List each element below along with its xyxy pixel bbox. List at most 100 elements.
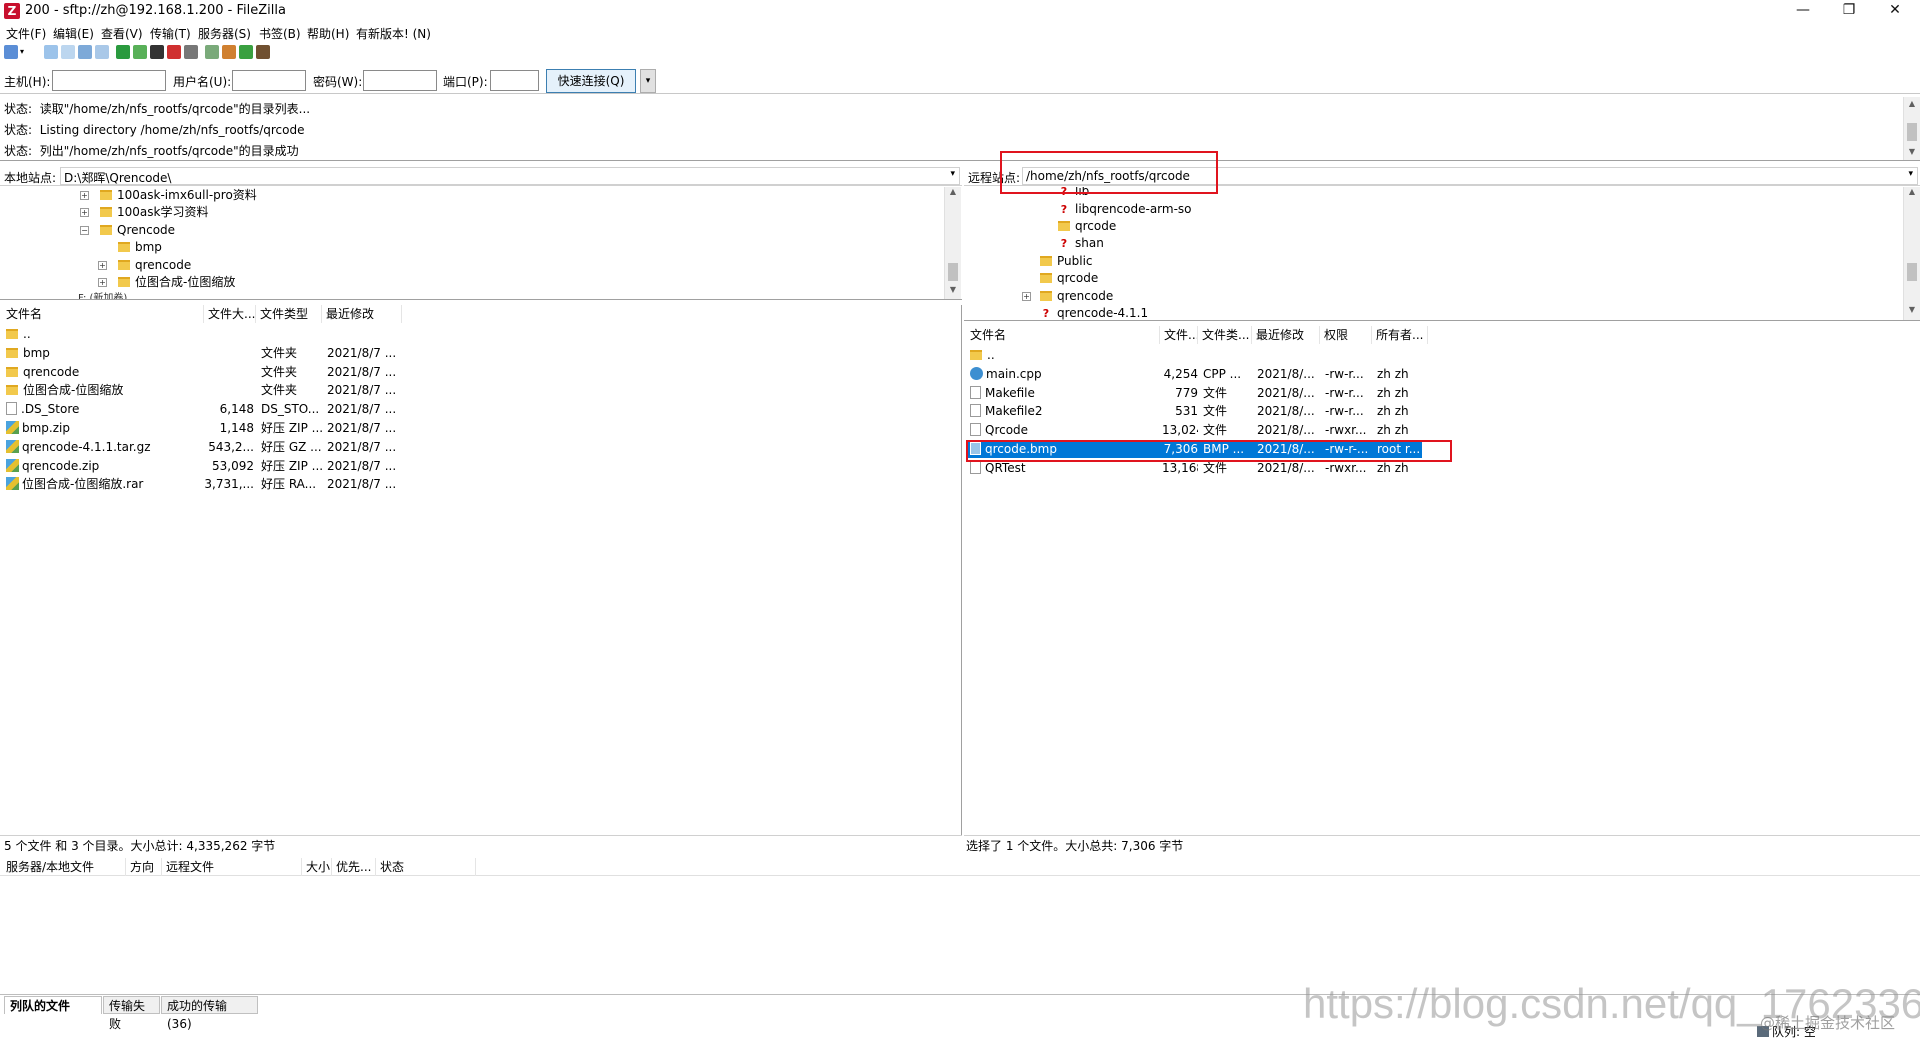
disconnect-icon[interactable]: [167, 45, 181, 59]
process-queue-icon[interactable]: [133, 45, 147, 59]
scroll-up-icon[interactable]: ▲: [1904, 99, 1920, 108]
filter-icon[interactable]: [205, 45, 219, 59]
queue-col-server-file[interactable]: 服务器/本地文件: [2, 858, 126, 876]
file-row[interactable]: qrencode 文件夹 2021/8/7 ...: [0, 363, 944, 381]
toggle-log-icon[interactable]: [44, 45, 58, 59]
remote-path-input[interactable]: /home/zh/nfs_rootfs/qrcode ▾: [1022, 167, 1918, 185]
password-input[interactable]: [363, 70, 437, 91]
queue-col-status[interactable]: 状态: [376, 858, 476, 876]
cpp-file-icon: [970, 366, 983, 380]
col-header-name[interactable]: 文件名: [966, 326, 1160, 344]
menu-file[interactable]: 文件(F): [6, 25, 46, 42]
queue-col-size[interactable]: 大小: [302, 858, 332, 876]
file-row[interactable]: qrencode-4.1.1.tar.gz 543,2... 好压 GZ ... 20…: [0, 438, 944, 456]
search-icon[interactable]: [256, 45, 270, 59]
menu-help[interactable]: 帮助(H): [307, 25, 349, 42]
quickconnect-button[interactable]: 快速连接(Q): [546, 69, 636, 93]
tree-item[interactable]: + 位图合成-位图缩放: [98, 274, 235, 290]
compare-icon[interactable]: [222, 45, 236, 59]
quickconnect-dropdown[interactable]: ▾: [640, 69, 656, 93]
col-header-modified[interactable]: 最近修改: [1252, 326, 1320, 344]
reconnect-icon[interactable]: [184, 45, 198, 59]
tree-item[interactable]: +100ask学习资料: [80, 204, 208, 220]
col-header-owner[interactable]: 所有者...: [1372, 326, 1428, 344]
tree-item[interactable]: +100ask-imx6ull-pro资料: [80, 187, 257, 203]
file-row[interactable]: bmp 文件夹 2021/8/7 ...: [0, 344, 944, 362]
scroll-down-icon[interactable]: ▼: [1904, 147, 1920, 156]
tree-item[interactable]: + qrencode: [1022, 288, 1113, 304]
file-row-selected[interactable]: qrcode.bmp 7,306 BMP ... 2021/8/... -rw-r-..…: [966, 440, 1422, 458]
tab-queued-files[interactable]: 列队的文件: [4, 996, 102, 1014]
menu-new-version[interactable]: 有新版本! (N): [356, 25, 431, 42]
col-header-modified[interactable]: 最近修改: [322, 305, 402, 323]
file-size: 4,254: [1163, 366, 1198, 381]
file-row[interactable]: ..: [966, 346, 1422, 364]
col-header-type[interactable]: 文件类型: [256, 305, 322, 323]
queue-col-direction[interactable]: 方向: [126, 858, 162, 876]
tree-item[interactable]: F: (新加卷): [78, 291, 127, 299]
file-row[interactable]: Qrcode 13,024 文件 2021/8/... -rwxr... zh zh: [966, 421, 1422, 439]
tree-item[interactable]: ? lib: [1058, 187, 1090, 199]
host-input[interactable]: [52, 70, 166, 91]
file-row[interactable]: bmp.zip 1,148 好压 ZIP ... 2021/8/7 ...: [0, 419, 944, 437]
local-path-bar: 本地站点: D:\郑晖\Qrencode\ ▾: [0, 166, 962, 186]
tree-item[interactable]: ? shan: [1058, 235, 1104, 251]
file-icon: [6, 402, 17, 416]
log-scrollbar[interactable]: ▲ ▼: [1903, 97, 1920, 160]
tree-item[interactable]: qrcode: [1058, 218, 1116, 234]
menu-transfer[interactable]: 传输(T): [150, 25, 191, 42]
tab-failed-transfers[interactable]: 传输失败: [103, 996, 160, 1031]
toggle-remote-tree-icon[interactable]: [78, 45, 92, 59]
tree-item[interactable]: Public: [1040, 253, 1093, 269]
file-name: Makefile2: [985, 404, 1043, 419]
close-button[interactable]: ✕: [1872, 0, 1918, 22]
menu-edit[interactable]: 编辑(E): [53, 25, 94, 42]
menu-server[interactable]: 服务器(S): [198, 25, 251, 42]
col-header-size[interactable]: 文件大...: [204, 305, 256, 323]
tree-item[interactable]: + qrencode: [98, 257, 191, 273]
file-row[interactable]: 位图合成-位图缩放 文件夹 2021/8/7 ...: [0, 381, 944, 399]
file-row[interactable]: qrencode.zip 53,092 好压 ZIP ... 2021/8/7 ...: [0, 457, 944, 475]
local-path-input[interactable]: D:\郑晖\Qrencode\ ▾: [60, 167, 960, 185]
maximize-button[interactable]: ❐: [1826, 0, 1872, 22]
col-header-size[interactable]: 文件...: [1160, 326, 1198, 344]
menu-bookmarks[interactable]: 书签(B): [259, 25, 301, 42]
file-row[interactable]: main.cpp 4,254 CPP ... 2021/8/... -rw-r... zh…: [966, 365, 1422, 383]
tree-item[interactable]: ? qrencode-4.1.1: [1040, 305, 1148, 320]
tree-item[interactable]: bmp: [98, 239, 162, 255]
tree-item[interactable]: ? libqrencode-arm-so: [1058, 201, 1192, 217]
site-manager-icon[interactable]: [4, 45, 18, 59]
log-line: 状态: Listing directory /home/zh/nfs_rootf…: [4, 123, 305, 137]
menu-view[interactable]: 查看(V): [101, 25, 143, 42]
refresh-icon[interactable]: [116, 45, 130, 59]
toggle-queue-icon[interactable]: [95, 45, 109, 59]
sync-browse-icon[interactable]: [239, 45, 253, 59]
tree-item[interactable]: − Qrencode: [80, 222, 175, 238]
username-input[interactable]: [232, 70, 306, 91]
queue-col-priority[interactable]: 优先...: [332, 858, 376, 876]
tab-successful-transfers[interactable]: 成功的传输 (36): [161, 996, 258, 1031]
minimize-button[interactable]: —: [1780, 0, 1826, 22]
file-row[interactable]: Makefile2 531 文件 2021/8/... -rw-r... zh zh: [966, 402, 1422, 420]
col-header-name[interactable]: 文件名: [2, 305, 204, 323]
file-row[interactable]: ..: [0, 325, 944, 343]
site-manager-dropdown-icon[interactable]: ▾: [20, 45, 30, 59]
file-row[interactable]: 位图合成-位图缩放.rar 3,731,... 好压 RA... 2021/8/7 .…: [0, 475, 944, 493]
queue-col-remote-file[interactable]: 远程文件: [162, 858, 302, 876]
file-row[interactable]: .DS_Store 6,148 DS_STO... 2021/8/7 ...: [0, 400, 944, 418]
local-site-label: 本地站点:: [4, 171, 57, 185]
stop-icon[interactable]: [150, 45, 164, 59]
tree-item[interactable]: qrcode: [1040, 270, 1098, 286]
port-input[interactable]: [490, 70, 539, 91]
file-row[interactable]: Makefile 779 文件 2021/8/... -rw-r... zh zh: [966, 384, 1422, 402]
col-header-permissions[interactable]: 权限: [1320, 326, 1372, 344]
file-name: bmp: [23, 345, 50, 360]
col-header-type[interactable]: 文件类...: [1198, 326, 1252, 344]
file-type: 文件夹: [261, 364, 298, 379]
file-row[interactable]: QRTest 13,168 文件 2021/8/... -rwxr... zh zh: [966, 459, 1422, 477]
local-tree-scrollbar[interactable]: ▲ ▼: [944, 187, 961, 299]
file-type: 好压 ZIP ...: [261, 421, 323, 435]
remote-tree-scrollbar[interactable]: ▲ ▼: [1903, 187, 1920, 320]
toggle-local-tree-icon[interactable]: [61, 45, 75, 59]
remote-status-text: 选择了 1 个文件。大小总共: 7,306 字节: [966, 839, 1184, 853]
